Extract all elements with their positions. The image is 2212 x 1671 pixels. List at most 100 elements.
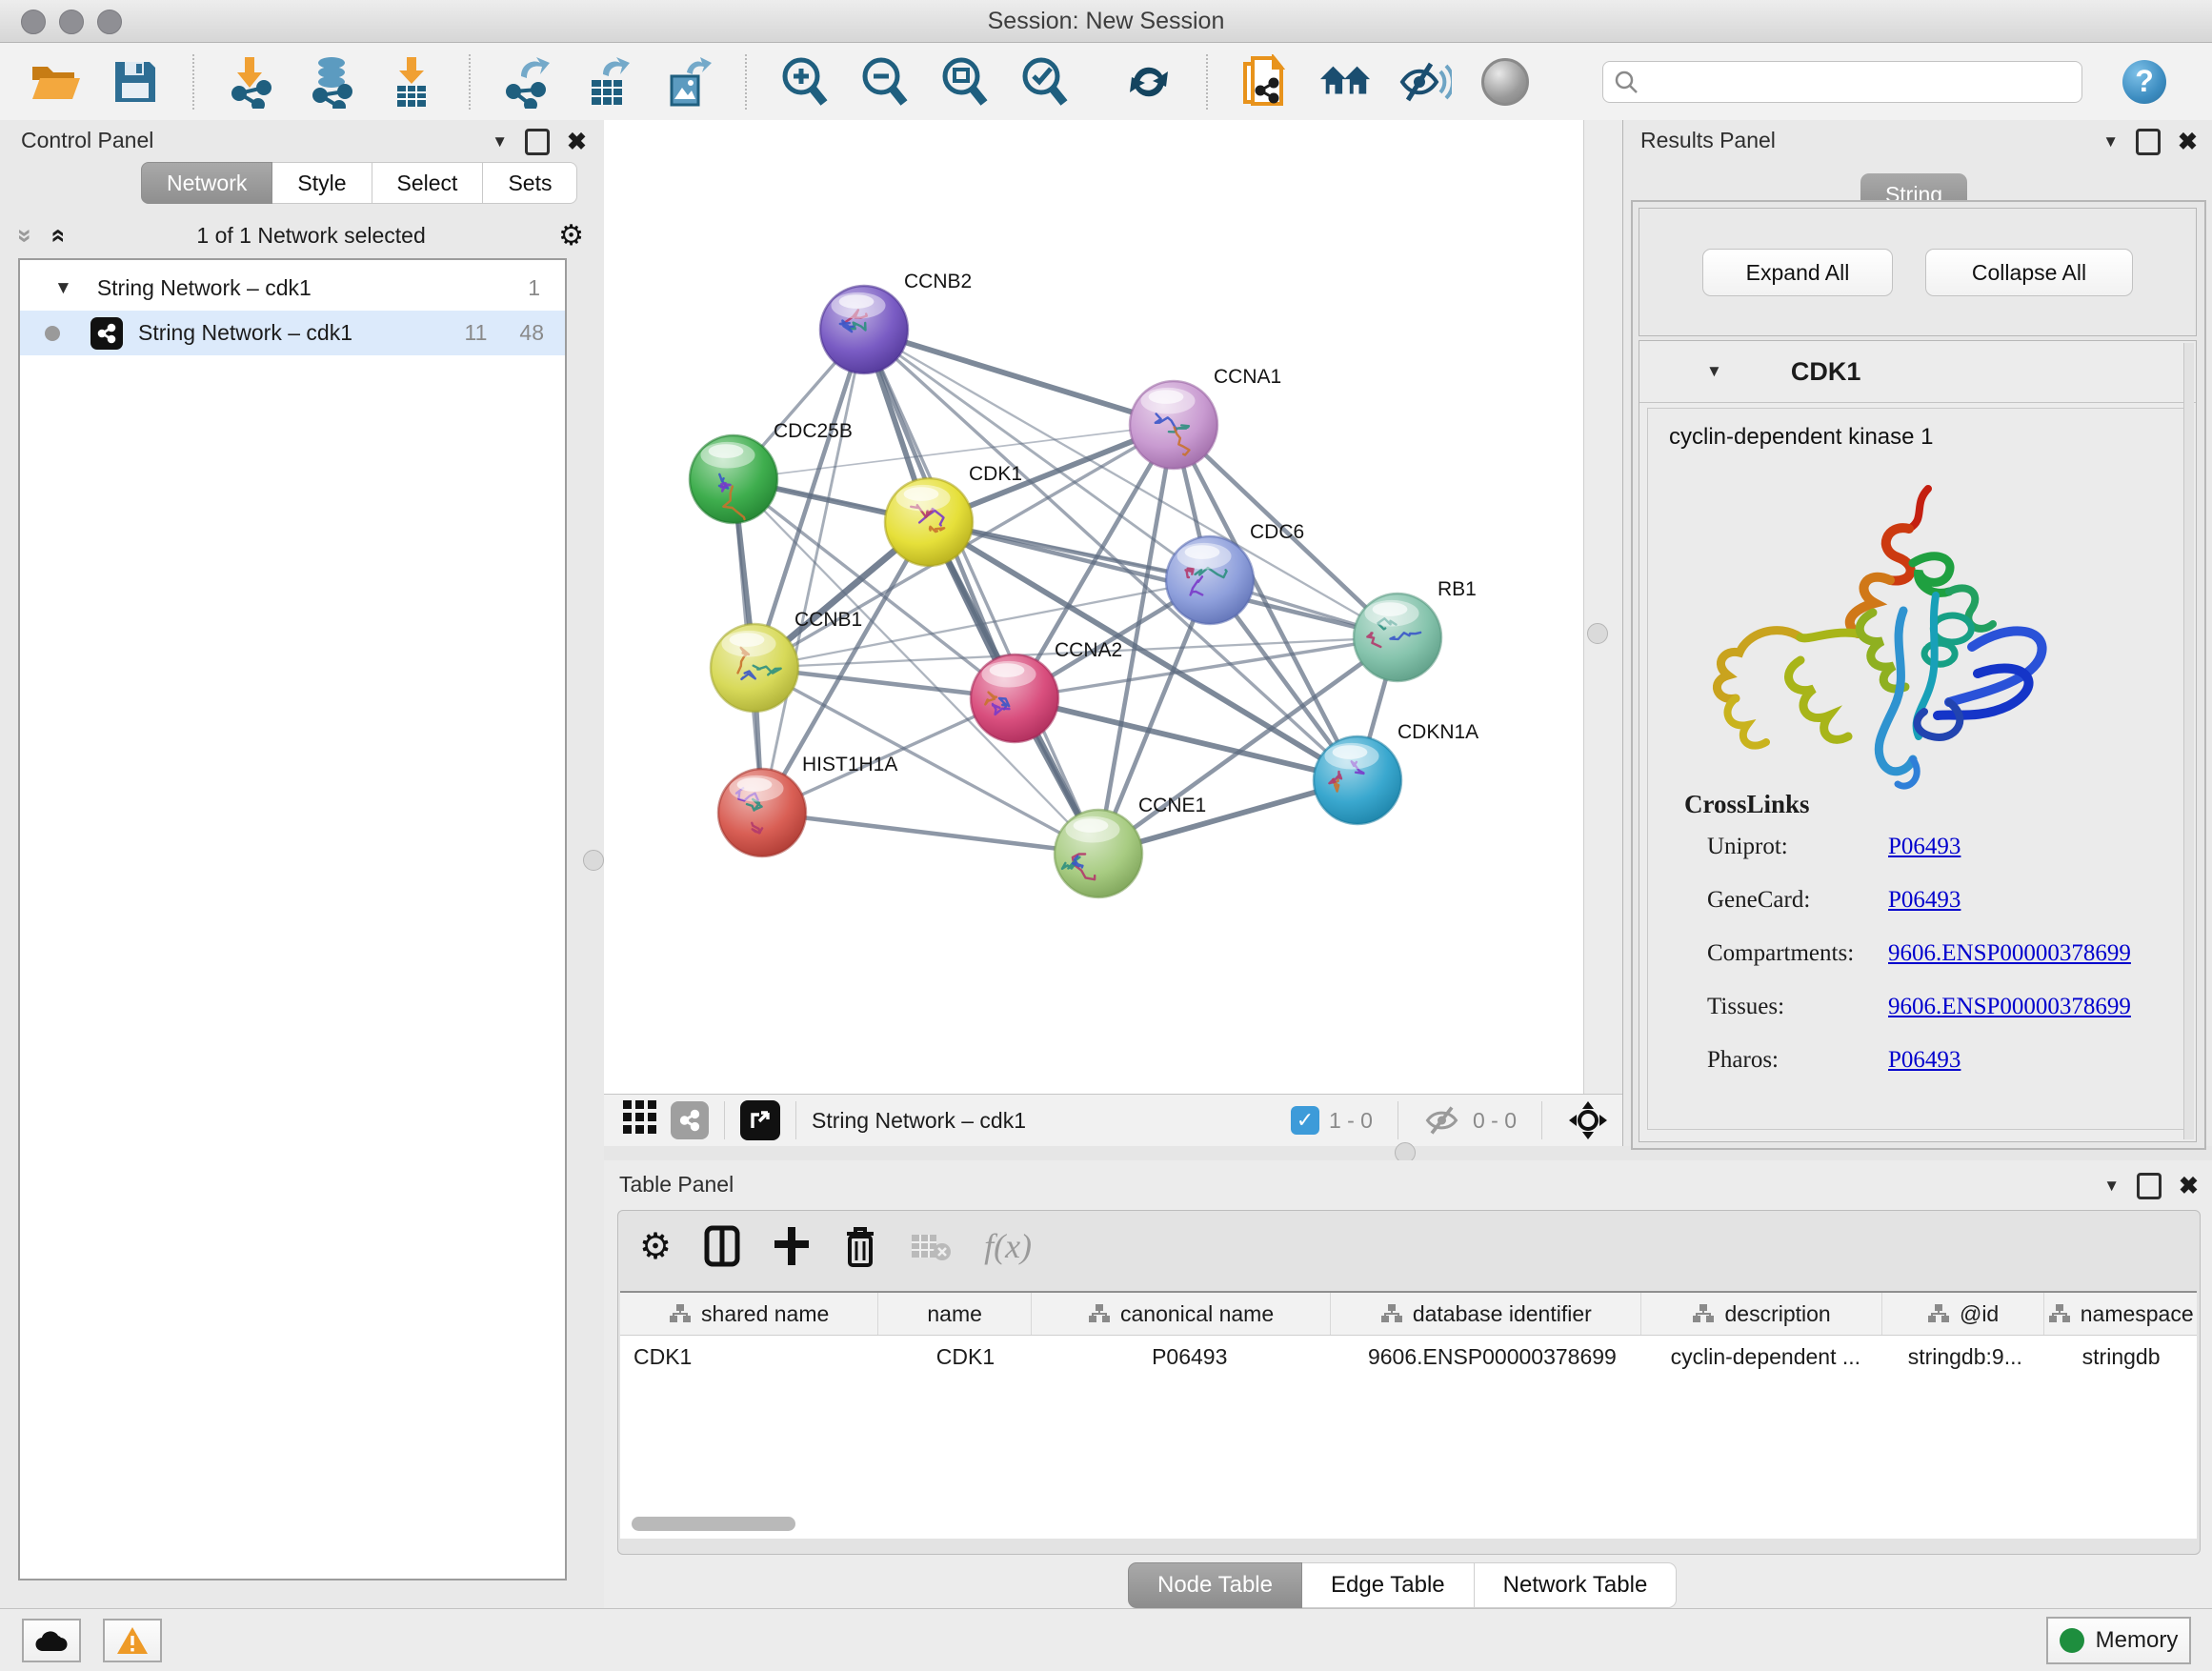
crosslink-pharos[interactable]: P06493 bbox=[1888, 1047, 1961, 1074]
expand-all-button[interactable]: Expand All bbox=[1702, 249, 1893, 296]
svg-text:CCNA2: CCNA2 bbox=[1055, 639, 1122, 661]
column-header-database-identifier[interactable]: database identifier bbox=[1331, 1293, 1641, 1335]
crosslink-compartments[interactable]: 9606.ENSP00000378699 bbox=[1888, 940, 2131, 967]
network-canvas[interactable]: CCNB2CCNA1CDC25BCDK1CDC6RB1CCNB1CCNA2CDK… bbox=[604, 120, 1583, 1094]
collapse-all-networks-icon[interactable]: » bbox=[44, 228, 70, 242]
cell-description[interactable]: cyclin-dependent ... bbox=[1646, 1336, 1884, 1378]
tab-edge-table[interactable]: Edge Table bbox=[1302, 1562, 1475, 1608]
close-panel-icon[interactable]: ✖ bbox=[567, 128, 587, 156]
close-panel-icon[interactable]: ✖ bbox=[2179, 1172, 2199, 1200]
save-session-button[interactable] bbox=[109, 55, 162, 109]
cell-id[interactable]: stringdb:9... bbox=[1884, 1336, 2045, 1378]
float-panel-icon[interactable] bbox=[2136, 129, 2161, 155]
export-network-button[interactable] bbox=[501, 55, 554, 109]
node-entry-header[interactable]: ▼ CDK1 bbox=[1639, 341, 2196, 403]
cloud-status-button[interactable] bbox=[22, 1619, 81, 1662]
svg-text:CDK1: CDK1 bbox=[969, 463, 1022, 485]
export-image-button[interactable] bbox=[661, 55, 714, 109]
export-table-button[interactable] bbox=[581, 55, 634, 109]
tree-expander-icon[interactable]: ▼ bbox=[54, 278, 72, 299]
left-splitter-grip[interactable] bbox=[583, 850, 604, 871]
hidden-eye-slash-icon[interactable] bbox=[1423, 1104, 1463, 1137]
cell-namespace[interactable]: stringdb bbox=[2045, 1336, 2197, 1378]
warnings-button[interactable] bbox=[103, 1619, 162, 1662]
birdseye-crosshair-icon[interactable] bbox=[1567, 1099, 1609, 1141]
selected-checkbox-icon[interactable]: ✓ bbox=[1291, 1106, 1319, 1135]
table-options-gear-icon[interactable]: ⚙ bbox=[639, 1225, 672, 1268]
import-network-database-button[interactable] bbox=[305, 55, 358, 109]
zoom-selected-icon bbox=[1025, 60, 1064, 103]
cell-shared-name[interactable]: CDK1 bbox=[620, 1336, 890, 1378]
tab-network[interactable]: Network bbox=[141, 162, 272, 204]
delete-table-icon[interactable] bbox=[910, 1229, 952, 1263]
tab-node-table[interactable]: Node Table bbox=[1128, 1562, 1302, 1608]
viewbar-separator bbox=[1541, 1101, 1542, 1139]
zoom-out-icon bbox=[865, 60, 904, 103]
network-options-gear-icon[interactable]: ⚙ bbox=[558, 219, 584, 252]
apply-layout-button[interactable] bbox=[1122, 55, 1176, 109]
column-header-canonical-name[interactable]: canonical name bbox=[1032, 1293, 1331, 1335]
show-graphics-details-button[interactable] bbox=[1478, 55, 1532, 109]
crosslink-label: Tissues: bbox=[1707, 994, 1784, 1020]
function-builder-button[interactable]: f(x) bbox=[984, 1226, 1032, 1266]
tab-network-table[interactable]: Network Table bbox=[1475, 1562, 1678, 1608]
view-share-button[interactable] bbox=[671, 1101, 709, 1139]
cell-name[interactable]: CDK1 bbox=[890, 1336, 1041, 1378]
string-network-graph[interactable]: CCNB2CCNA1CDC25BCDK1CDC6RB1CCNB1CCNA2CDK… bbox=[604, 120, 1583, 1094]
close-panel-icon[interactable]: ✖ bbox=[2178, 128, 2198, 156]
string-import-button[interactable] bbox=[1238, 55, 1292, 109]
column-header-namespace[interactable]: namespace bbox=[2044, 1293, 2197, 1335]
table-row[interactable]: CDK1 CDK1 P06493 9606.ENSP00000378699 cy… bbox=[620, 1336, 2197, 1378]
memory-button[interactable]: Memory bbox=[2046, 1617, 2191, 1664]
open-session-button[interactable] bbox=[29, 55, 82, 109]
collapse-panel-icon[interactable]: ▼ bbox=[492, 132, 508, 151]
node-table: shared name name canonical name database… bbox=[620, 1291, 2197, 1539]
collapse-panel-icon[interactable]: ▼ bbox=[2103, 1177, 2120, 1196]
add-column-icon[interactable] bbox=[773, 1225, 811, 1267]
string-home-button[interactable] bbox=[1318, 55, 1372, 109]
search-field[interactable] bbox=[1602, 61, 2082, 103]
float-panel-icon[interactable] bbox=[525, 129, 550, 155]
column-header-description[interactable]: description bbox=[1641, 1293, 1881, 1335]
network-share-icon bbox=[90, 317, 123, 350]
zoom-out-button[interactable] bbox=[857, 55, 911, 109]
show-columns-icon[interactable] bbox=[704, 1225, 740, 1267]
crosslink-uniprot[interactable]: P06493 bbox=[1888, 834, 1961, 860]
cell-canonical-name[interactable]: P06493 bbox=[1041, 1336, 1338, 1378]
float-panel-icon[interactable] bbox=[2137, 1173, 2162, 1199]
right-splitter-grip[interactable] bbox=[1587, 623, 1608, 644]
delete-column-trash-icon[interactable] bbox=[843, 1224, 877, 1268]
crosslink-genecard[interactable]: P06493 bbox=[1888, 887, 1961, 914]
table-horizontal-scrollbar[interactable] bbox=[632, 1517, 795, 1531]
network-column-icon bbox=[1692, 1303, 1715, 1324]
tab-sets[interactable]: Sets bbox=[483, 162, 577, 204]
collapse-all-button[interactable]: Collapse All bbox=[1925, 249, 2133, 296]
expand-all-networks-icon[interactable]: » bbox=[12, 228, 38, 242]
zoom-in-button[interactable] bbox=[777, 55, 831, 109]
main-toolbar: ? bbox=[0, 43, 2212, 121]
column-header-shared-name[interactable]: shared name bbox=[620, 1293, 878, 1335]
column-header-id[interactable]: @id bbox=[1882, 1293, 2045, 1335]
import-table-button[interactable] bbox=[385, 55, 438, 109]
network-row[interactable]: String Network – cdk1 11 48 bbox=[20, 311, 565, 355]
column-header-name[interactable]: name bbox=[878, 1293, 1032, 1335]
show-grid-button[interactable] bbox=[621, 1098, 659, 1142]
help-button[interactable]: ? bbox=[2122, 60, 2166, 104]
network-column-icon bbox=[1088, 1303, 1111, 1324]
detach-view-button[interactable] bbox=[740, 1100, 780, 1140]
tab-select[interactable]: Select bbox=[372, 162, 484, 204]
canvas-results-splitter[interactable] bbox=[1583, 120, 1623, 1094]
import-network-file-button[interactable] bbox=[225, 55, 278, 109]
enhance-labels-button[interactable] bbox=[1398, 55, 1452, 109]
network-collection-row[interactable]: ▼ String Network – cdk1 1 bbox=[20, 266, 565, 311]
title-bar: Session: New Session bbox=[0, 0, 2212, 43]
zoom-selected-button[interactable] bbox=[1017, 55, 1071, 109]
results-scrollbar[interactable] bbox=[2183, 343, 2194, 1139]
collapse-panel-icon[interactable]: ▼ bbox=[2102, 132, 2119, 151]
cell-database-identifier[interactable]: 9606.ENSP00000378699 bbox=[1338, 1336, 1647, 1378]
tab-style[interactable]: Style bbox=[272, 162, 372, 204]
zoom-fit-button[interactable] bbox=[937, 55, 991, 109]
status-bar: Memory bbox=[0, 1608, 2212, 1671]
crosslink-tissues[interactable]: 9606.ENSP00000378699 bbox=[1888, 994, 2131, 1020]
entry-expander-icon[interactable]: ▼ bbox=[1706, 362, 1722, 381]
